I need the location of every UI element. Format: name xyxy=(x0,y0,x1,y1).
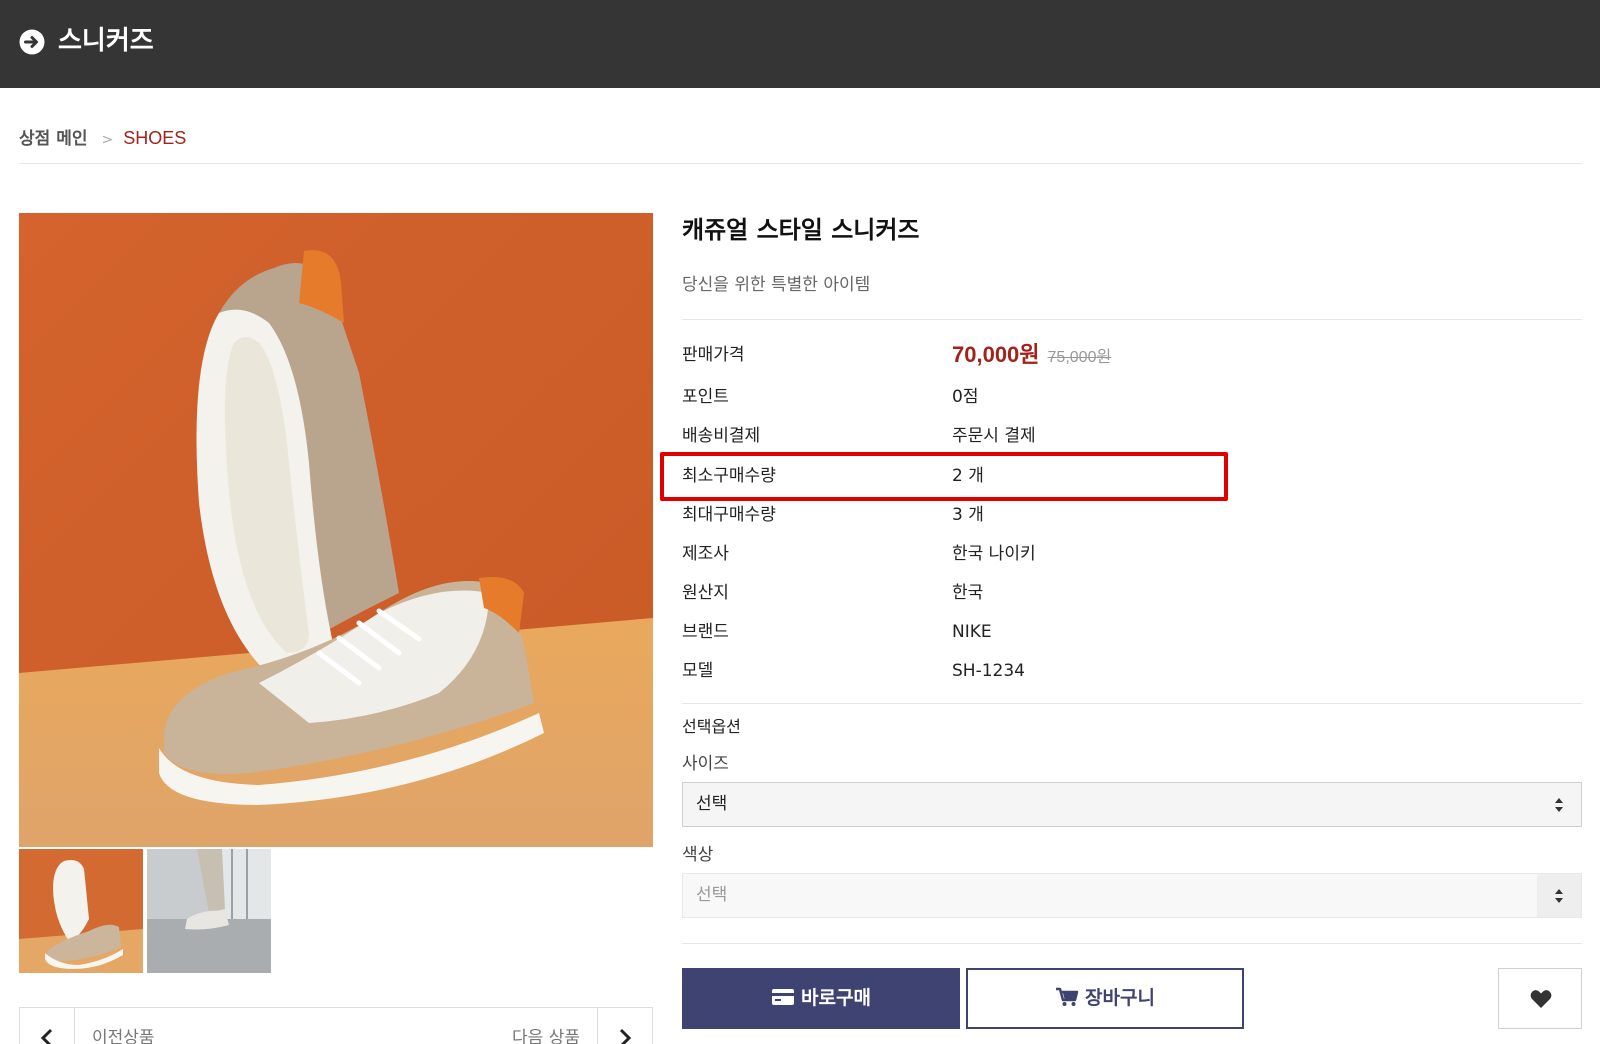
select-arrows-icon xyxy=(1537,783,1581,826)
arrow-circle-right-icon[interactable] xyxy=(19,29,45,55)
spec-value: 70,000원 75,000원 xyxy=(952,340,1111,373)
spec-value: NIKE xyxy=(952,622,992,642)
product-thumbnail-2[interactable] xyxy=(147,849,271,973)
prev-product-label[interactable]: 이전상품 xyxy=(92,1023,155,1044)
spec-row-price: 판매가격 70,000원 75,000원 xyxy=(682,340,1582,370)
spec-value: 0점 xyxy=(952,387,979,407)
color-label: 색상 xyxy=(682,845,714,865)
spec-label: 제조사 xyxy=(682,544,729,564)
spec-row-origin: 원산지 한국 xyxy=(682,578,1582,608)
breadcrumb-separator: > xyxy=(101,132,114,148)
spec-value: SH-1234 xyxy=(952,661,1025,681)
breadcrumb-current[interactable]: SHOES xyxy=(123,128,186,148)
spec-row-brand: 브랜드 NIKE xyxy=(682,617,1582,647)
wishlist-button[interactable] xyxy=(1498,968,1582,1029)
size-select-value: 선택 xyxy=(696,794,728,814)
top-bar: 스니커즈 xyxy=(0,0,1600,88)
spec-label: 원산지 xyxy=(682,583,729,603)
spec-row-points: 포인트 0점 xyxy=(682,382,1582,412)
product-subtitle: 당신을 위한 특별한 아이템 xyxy=(682,275,871,295)
info-divider xyxy=(682,319,1582,320)
product-name: 캐쥬얼 스타일 스니커즈 xyxy=(682,216,920,244)
spec-row-shipping: 배송비결제 주문시 결제 xyxy=(682,421,1582,451)
next-product-label[interactable]: 다음 상품 xyxy=(512,1023,580,1044)
sale-price: 70,000원 xyxy=(952,342,1040,367)
chevron-right-icon xyxy=(619,1028,632,1044)
spec-label: 배송비결제 xyxy=(682,426,761,446)
spec-row-max-qty: 최대구매수량 3 개 xyxy=(682,500,1582,530)
spec-label: 포인트 xyxy=(682,387,729,407)
spec-label: 모델 xyxy=(682,661,714,681)
spec-row-model: 모델 SH-1234 xyxy=(682,656,1582,686)
options-divider xyxy=(682,703,1582,704)
spec-value: 한국 xyxy=(952,583,984,603)
next-product-button[interactable] xyxy=(597,1008,652,1044)
cart-icon xyxy=(1056,987,1079,1006)
heart-icon xyxy=(1530,990,1552,1008)
add-to-cart-button[interactable]: 장바구니 xyxy=(966,968,1244,1029)
spec-value: 한국 나이키 xyxy=(952,544,1036,564)
breadcrumb-home[interactable]: 상점 메인 xyxy=(19,129,87,149)
spec-label: 최대구매수량 xyxy=(682,505,776,525)
buy-now-label: 바로구매 xyxy=(801,987,871,1009)
product-prev-next-nav: 이전상품 다음 상품 xyxy=(19,1007,653,1044)
credit-card-icon xyxy=(772,988,795,1005)
breadcrumb-divider xyxy=(19,163,1582,164)
spec-value: 3 개 xyxy=(952,505,984,525)
actions-divider xyxy=(682,943,1582,944)
product-main-image xyxy=(19,213,653,847)
size-select[interactable]: 선택 xyxy=(682,782,1582,827)
highlight-box xyxy=(660,452,1228,501)
options-title: 선택옵션 xyxy=(682,717,741,736)
breadcrumb: 상점 메인 > SHOES xyxy=(19,126,186,150)
add-to-cart-label: 장바구니 xyxy=(1085,987,1155,1009)
size-label: 사이즈 xyxy=(682,754,729,774)
color-select[interactable]: 선택 xyxy=(682,873,1582,918)
spec-label: 판매가격 xyxy=(682,345,745,365)
chevron-left-icon xyxy=(40,1028,53,1044)
spec-value: 주문시 결제 xyxy=(952,426,1036,446)
buy-now-button[interactable]: 바로구매 xyxy=(682,968,960,1029)
prev-product-button[interactable] xyxy=(20,1008,75,1044)
page-title: 스니커즈 xyxy=(58,26,154,56)
color-select-value: 선택 xyxy=(696,885,728,905)
spec-row-maker: 제조사 한국 나이키 xyxy=(682,539,1582,569)
select-arrows-icon xyxy=(1537,874,1581,917)
product-thumbnail-1[interactable] xyxy=(19,849,143,973)
original-price: 75,000원 xyxy=(1047,349,1112,366)
spec-label: 브랜드 xyxy=(682,622,729,642)
